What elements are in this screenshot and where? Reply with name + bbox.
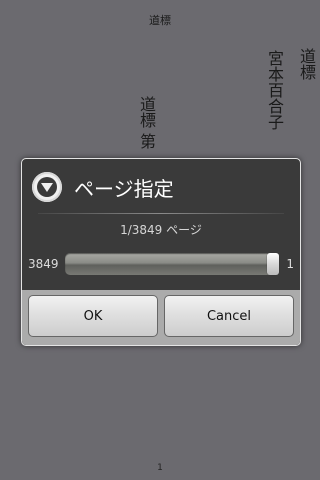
ok-button[interactable]: OK (28, 295, 158, 337)
chevron-down-circle-icon (32, 172, 62, 202)
page-slider-row: 3849 1 (22, 251, 300, 279)
title-divider (38, 213, 284, 214)
dialog-button-bar: OK Cancel (22, 290, 300, 345)
chapter-heading: 道標 第 (137, 96, 156, 150)
dialog-title-bar: ページ指定 (22, 159, 300, 213)
author-name: 宮本百合子 (265, 50, 284, 130)
slider-max-label: 1 (286, 257, 294, 271)
dialog-title: ページ指定 (74, 177, 174, 201)
chevron-down-icon (41, 183, 53, 192)
page-slider[interactable] (65, 253, 279, 275)
page-header: 道標 (149, 14, 171, 27)
slider-thumb[interactable] (267, 253, 279, 275)
cancel-button[interactable]: Cancel (164, 295, 294, 337)
page-number: 1 (157, 463, 163, 473)
page-indicator: 1/3849 ページ (120, 223, 202, 237)
slider-min-label: 3849 (28, 257, 59, 271)
book-title: 道標 (297, 48, 316, 80)
page-jump-dialog: ページ指定 1/3849 ページ 3849 1 OK Cancel (21, 158, 301, 346)
